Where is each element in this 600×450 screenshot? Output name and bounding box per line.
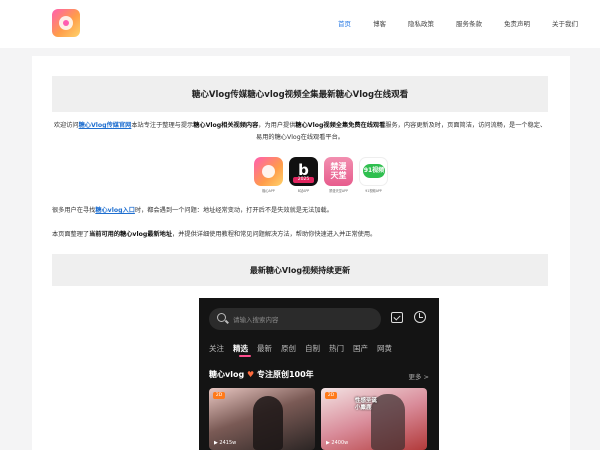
tab-follow[interactable]: 关注 (209, 343, 224, 354)
address-strong: 当前可用的糖心vlog最新地址 (89, 231, 173, 238)
app-label: 禁漫天堂APP (329, 189, 348, 193)
app-tangxin[interactable]: 糖心APP (254, 157, 283, 193)
tab-web[interactable]: 网黄 (377, 343, 392, 354)
entry-link[interactable]: 糖心vlog入口 (95, 207, 135, 214)
tab-latest[interactable]: 最新 (257, 343, 272, 354)
jinman-app-icon: 禁漫 天堂 (324, 157, 353, 186)
site-header: 首页 博客 隐私政策 服务条款 免责声明 关于我们 (0, 0, 600, 48)
app-bilibili[interactable]: b 2025 B站APP (289, 157, 318, 193)
active-tab-indicator (239, 355, 251, 357)
tab-selfmade[interactable]: 自制 (305, 343, 320, 354)
section-title-box: 最新糖心Vlog视频持续更新 (52, 254, 548, 286)
91-app-icon: 91视频 (359, 157, 388, 186)
tangxin-app-icon (254, 157, 283, 186)
section-title: 最新糖心Vlog视频持续更新 (249, 265, 351, 275)
address-text-2: ，并提供详细使用教程和常见问题解决方法，帮助你快速进入并正常使用。 (172, 231, 377, 238)
quality-badge: 2D (213, 392, 225, 399)
more-link[interactable]: 更多 > (408, 371, 429, 381)
search-bar[interactable]: 请输入搜索内容 (209, 308, 381, 330)
heart-icon: ♥ (246, 370, 255, 379)
search-icon (217, 313, 226, 322)
search-placeholder: 请输入搜索内容 (233, 316, 279, 324)
channel-title: 糖心vlog ♥ 专注原创100年 (209, 369, 314, 380)
content-panel: 糖心Vlog传媒糖心vlog视频全集最新糖心Vlog在线观看 欢迎访问糖心Vlo… (32, 56, 570, 450)
app-icon-text: 91视频 (363, 164, 385, 178)
address-paragraph: 本页面整理了当前可用的糖心vlog最新地址，并提供详细使用教程和常见问题解决方法… (52, 229, 548, 241)
intro-strong-1: 糖心Vlog相关视频内容 (193, 122, 259, 129)
app-jinman[interactable]: 禁漫 天堂 禁漫天堂APP (324, 157, 353, 193)
tv-icon[interactable] (391, 312, 403, 323)
address-text-1: 本页面整理了 (52, 231, 90, 238)
nav-home[interactable]: 首页 (338, 18, 351, 28)
intro-text-2: 本站专注于整理与提示 (131, 122, 194, 129)
intro-text-1: 欢迎访问 (53, 122, 79, 129)
intro-paragraph: 欢迎访问糖心Vlog传媒官网本站专注于整理与提示糖心Vlog相关视频内容，为用户… (52, 120, 548, 144)
tab-original[interactable]: 原创 (281, 343, 296, 354)
app-screenshot: 请输入搜索内容 关注 精选 最新 原创 自制 热门 国产 网黄 糖心vlog ♥… (199, 298, 439, 450)
video-thumbnail[interactable]: 2D ▶ 2415w (209, 388, 315, 450)
tab-featured[interactable]: 精选 (233, 343, 248, 354)
app-icon-row: 糖心APP b 2025 B站APP 禁漫 天堂 禁漫天堂APP 91视频 91… (254, 157, 388, 193)
intro-text-3: ，为用户提供 (258, 122, 296, 129)
nav-terms[interactable]: 服务条款 (456, 18, 482, 28)
intro-strong-2: 糖心Vlog视频全集免费在线观看 (295, 122, 386, 129)
official-site-link[interactable]: 糖心Vlog传媒官网 (79, 122, 132, 129)
nav-privacy[interactable]: 隐私政策 (408, 18, 434, 28)
site-logo[interactable] (52, 9, 80, 37)
category-tabs: 关注 精选 最新 原创 自制 热门 国产 网黄 (209, 343, 401, 354)
entry-text-2: 时，都会遇到一个问题：地址经常变动，打开后不是失效就是无法加载。 (134, 207, 333, 214)
app-year-badge: 2025 (293, 177, 314, 183)
history-clock-icon[interactable] (414, 311, 426, 323)
nav-about[interactable]: 关于我们 (552, 18, 578, 28)
tab-hot[interactable]: 热门 (329, 343, 344, 354)
app-icon-text: 禁漫 天堂 (330, 162, 347, 180)
page-title: 糖心Vlog传媒糖心vlog视频全集最新糖心Vlog在线观看 (191, 90, 409, 100)
nav-disclaimer[interactable]: 免责声明 (504, 18, 530, 28)
logo-dot (63, 20, 69, 26)
channel-name: 糖心vlog (209, 370, 245, 379)
thumbnail-caption: 性感圣诞 小麋鹿 (355, 398, 378, 411)
app-label: 91视频APP (365, 189, 382, 193)
b-app-icon: b 2025 (289, 157, 318, 186)
app-91[interactable]: 91视频 91视频APP (359, 157, 388, 193)
tab-domestic[interactable]: 国产 (353, 343, 368, 354)
play-count: ▶ 2400w (326, 440, 349, 446)
app-label: 糖心APP (262, 189, 275, 193)
page-title-box: 糖心Vlog传媒糖心vlog视频全集最新糖心Vlog在线观看 (52, 76, 548, 112)
entry-paragraph: 很多用户在寻找糖心vlog入口时，都会遇到一个问题：地址经常变动，打开后不是失效… (52, 205, 548, 217)
thumbnail-figure (253, 396, 283, 450)
quality-badge: 2D (325, 392, 337, 399)
main-nav: 首页 博客 隐私政策 服务条款 免责声明 关于我们 (316, 18, 578, 28)
nav-blog[interactable]: 博客 (373, 18, 386, 28)
video-thumbnail[interactable]: 2D 性感圣诞 小麋鹿 ▶ 2400w (321, 388, 427, 450)
entry-text-1: 很多用户在寻找 (52, 207, 96, 214)
app-label: B站APP (297, 189, 310, 193)
channel-slogan: 专注原创100年 (256, 370, 314, 379)
play-count: ▶ 2415w (214, 440, 237, 446)
